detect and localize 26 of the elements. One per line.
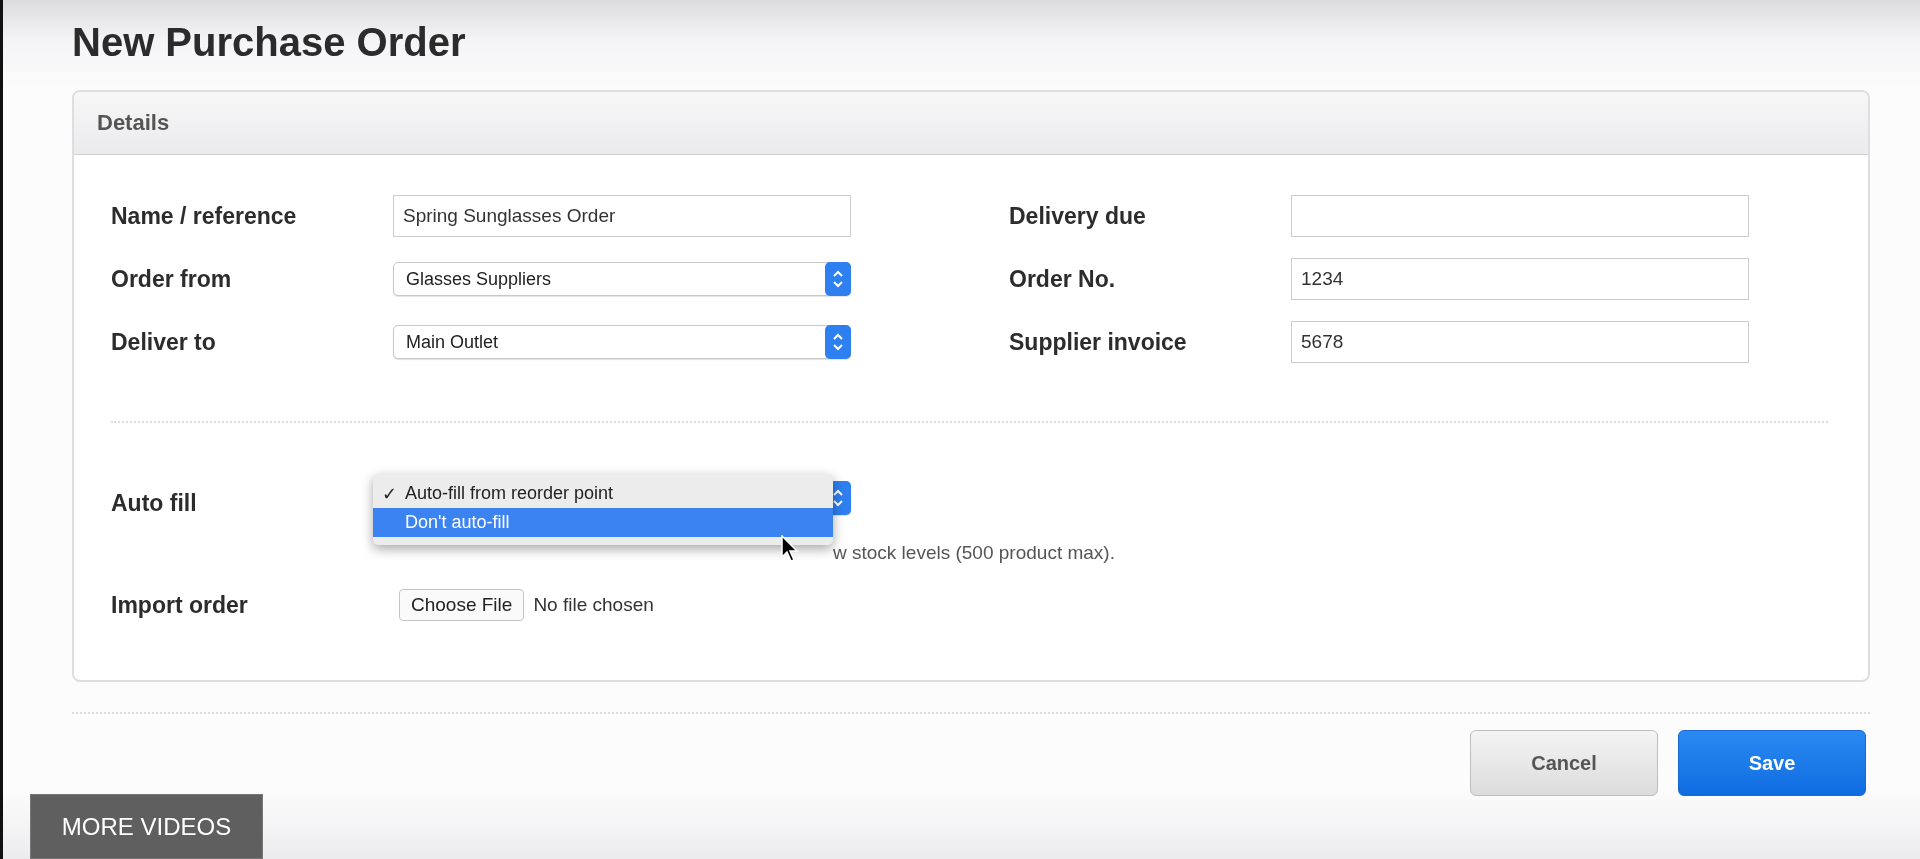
field-label: Supplier invoice — [1009, 328, 1187, 356]
save-button[interactable]: Save — [1678, 730, 1866, 796]
input-field[interactable] — [1291, 195, 1749, 237]
field-label: Name / reference — [111, 202, 297, 230]
cancel-button[interactable]: Cancel — [1470, 730, 1658, 796]
menu-option[interactable]: Don't auto-fill — [373, 508, 833, 537]
choose-file-button[interactable]: Choose File — [399, 589, 525, 621]
help-text: w stock levels (500 product max). — [833, 542, 1115, 564]
file-status: No file chosen — [533, 594, 654, 616]
dropdown[interactable]: Glasses Suppliers — [393, 262, 851, 296]
more-videos-button[interactable]: MORE VIDEOS — [30, 794, 263, 859]
input-field[interactable]: Spring Sunglasses Order — [393, 195, 851, 237]
field-label: Delivery due — [1009, 202, 1146, 230]
stepper-icon — [825, 325, 851, 359]
field-label: Auto fill — [111, 490, 197, 517]
field-label: Import order — [111, 591, 248, 619]
input-field[interactable]: 1234 — [1291, 258, 1749, 300]
field-label: Deliver to — [111, 328, 216, 356]
input-field[interactable]: 5678 — [1291, 321, 1749, 363]
panel-header: Details — [74, 92, 1868, 155]
menu-option[interactable]: ✓ Auto-fill from reorder point — [373, 479, 833, 508]
field-label: Order No. — [1009, 265, 1116, 293]
page-title: New Purchase Order — [72, 19, 467, 66]
field-label: Order from — [111, 265, 232, 293]
stepper-icon — [825, 262, 851, 296]
dropdown[interactable]: Main Outlet — [393, 325, 851, 359]
